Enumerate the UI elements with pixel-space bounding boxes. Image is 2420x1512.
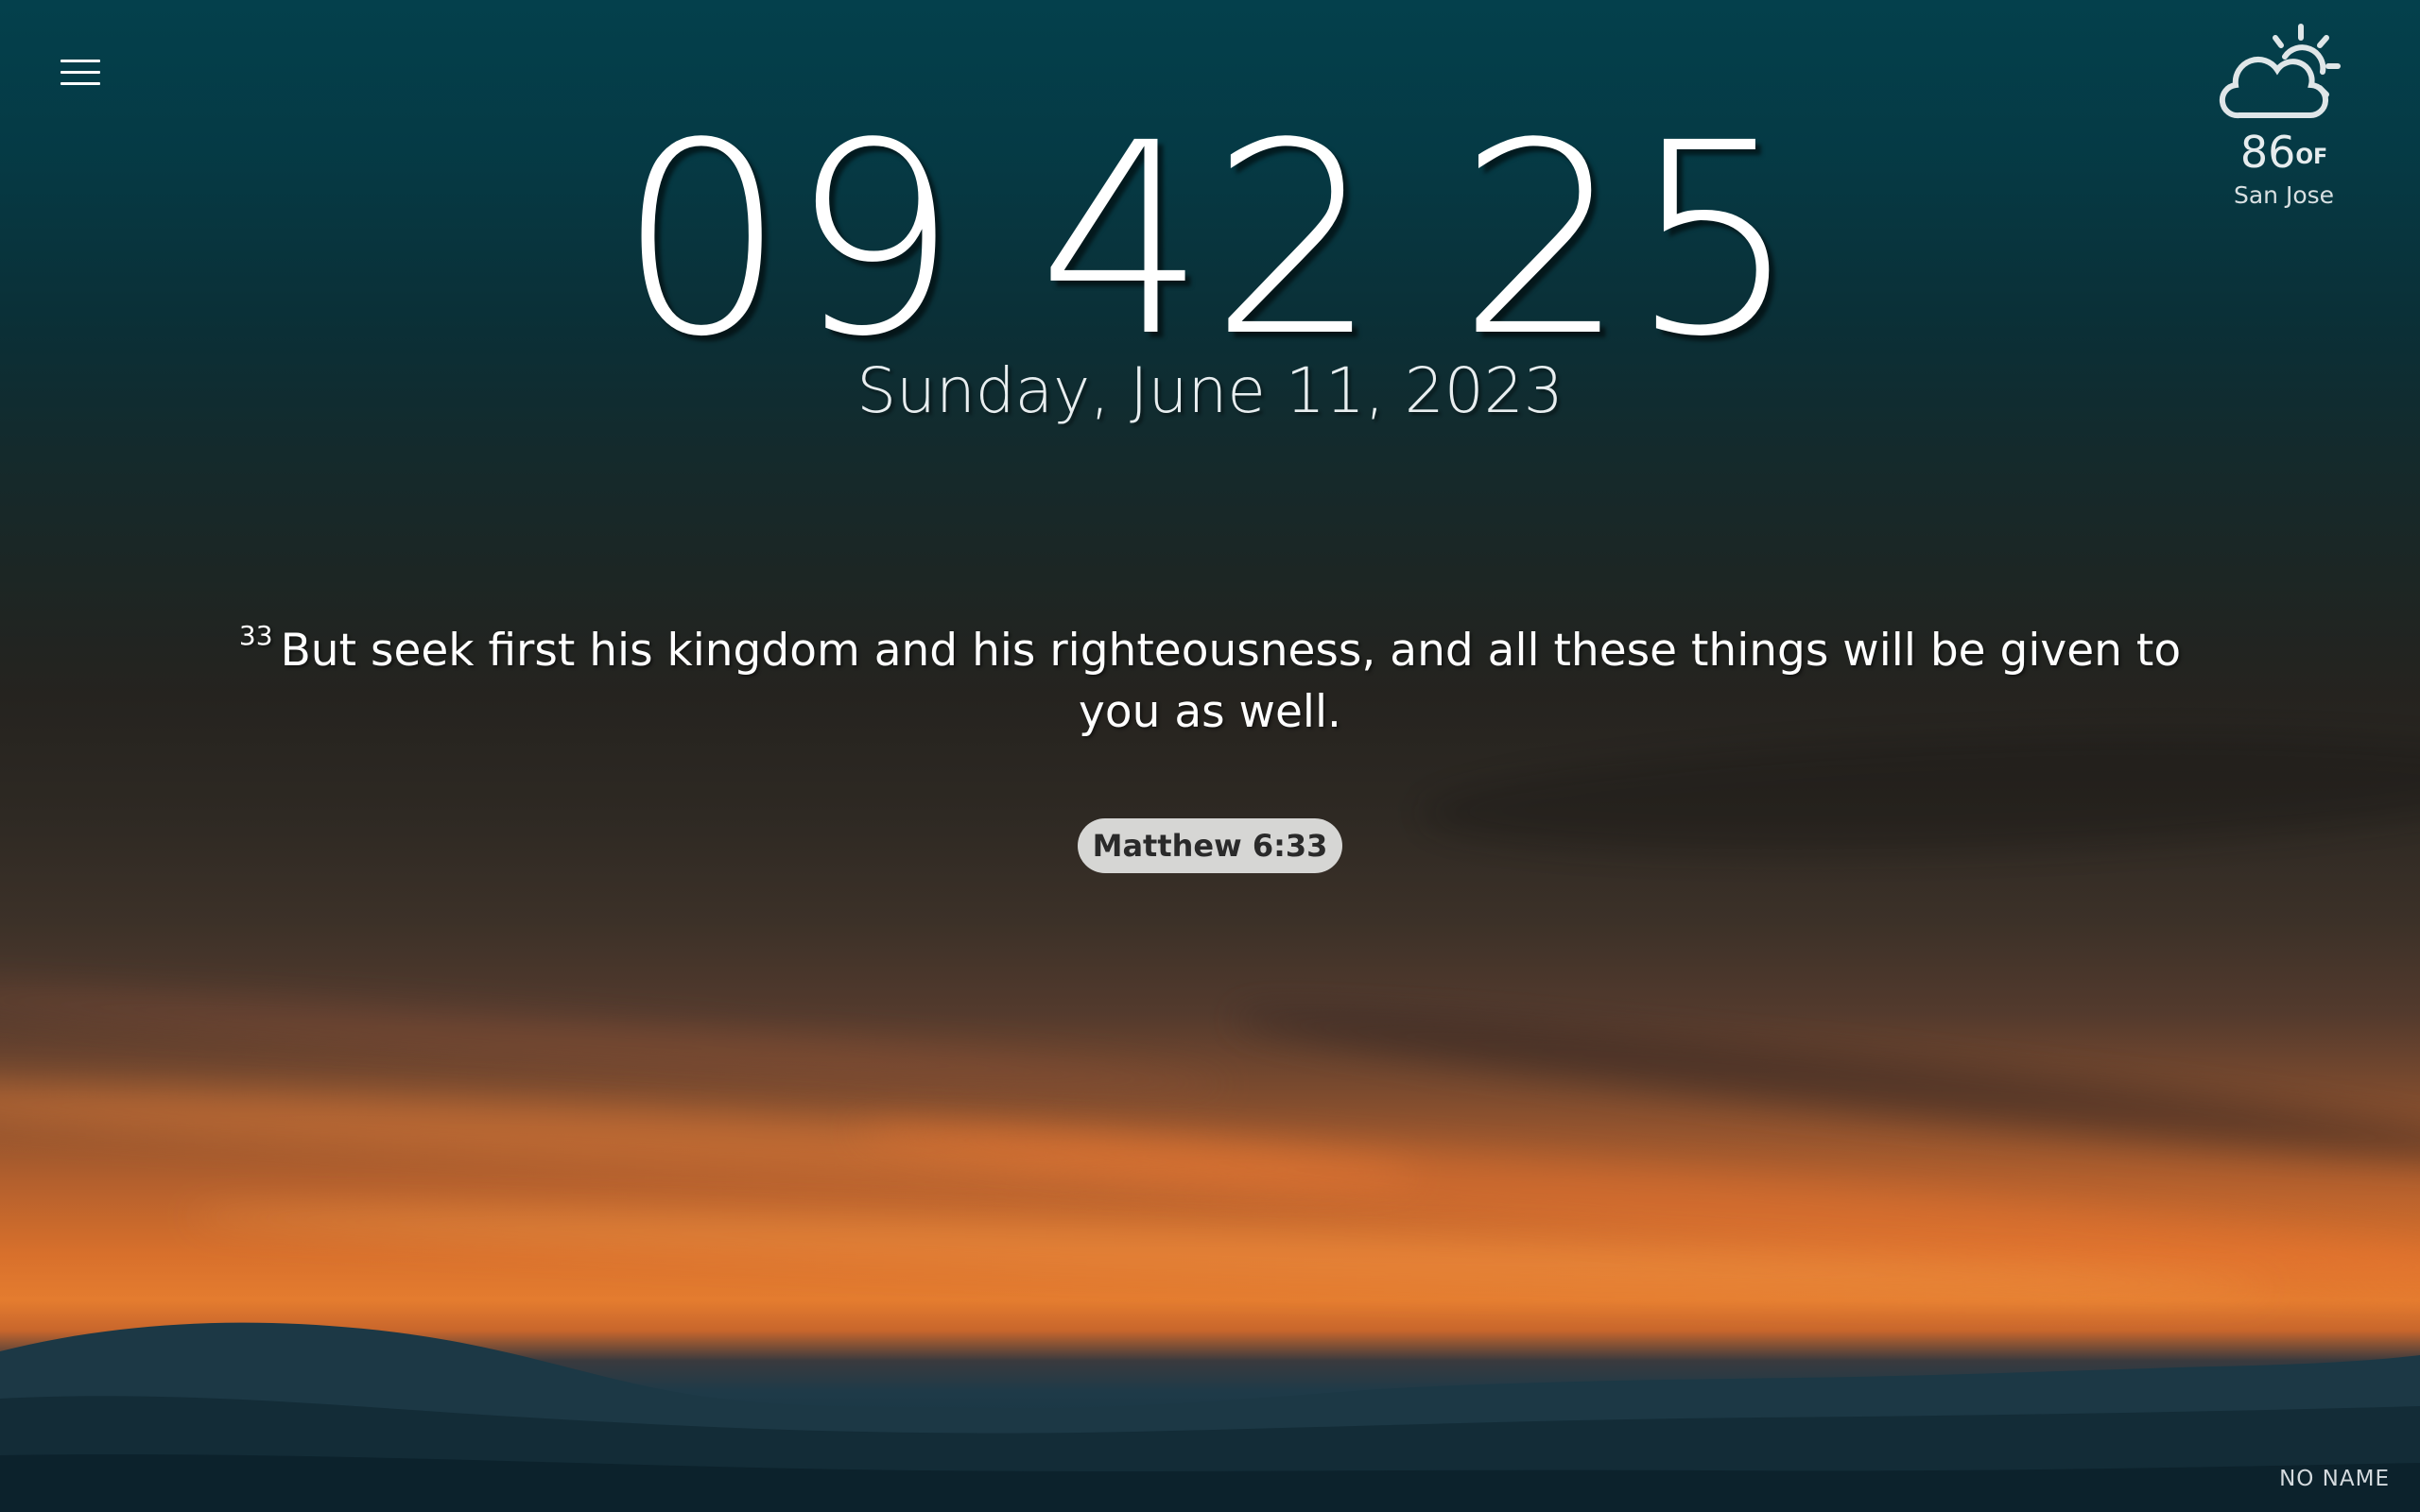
cloud-streak <box>0 1063 1419 1205</box>
temperature-unit: OF <box>2295 146 2328 169</box>
menu-line <box>60 82 100 85</box>
screensaver-screen: 09 42 25 Sunday, June 11, 2023 86OF San Jo… <box>0 0 2420 1512</box>
bible-verse: 33 But seek first his kingdom and his rig… <box>227 605 2193 743</box>
clock-hours: 09 <box>617 87 962 395</box>
weather-city: San Jose <box>2233 181 2335 209</box>
user-name: NO NAME <box>2279 1467 2390 1491</box>
current-date: Sunday, June 11, 2023 <box>856 354 1564 427</box>
clock: 09 42 25 <box>0 104 2420 378</box>
verse-number: 33 <box>238 620 273 651</box>
verse-reference-button[interactable]: Matthew 6:33 <box>1078 818 1342 873</box>
menu-line <box>60 71 100 74</box>
cloud-streak <box>0 974 1229 1105</box>
cloud-streak <box>851 1097 2420 1313</box>
hamburger-menu-button[interactable] <box>57 57 104 91</box>
temperature: 86OF <box>2189 129 2378 176</box>
clock-minutes: 42 <box>1037 87 1383 395</box>
clock-seconds: 25 <box>1458 87 1803 395</box>
menu-line <box>60 60 100 62</box>
partly-sunny-icon <box>2219 24 2341 119</box>
verse-text: But seek first his kingdom and his right… <box>280 625 2182 738</box>
hills-silhouette <box>0 1322 2420 1512</box>
weather-widget[interactable]: 86OF San Jose <box>2189 23 2378 209</box>
temperature-value: 86 <box>2239 127 2296 178</box>
cloud-shadow <box>1229 988 2420 1185</box>
